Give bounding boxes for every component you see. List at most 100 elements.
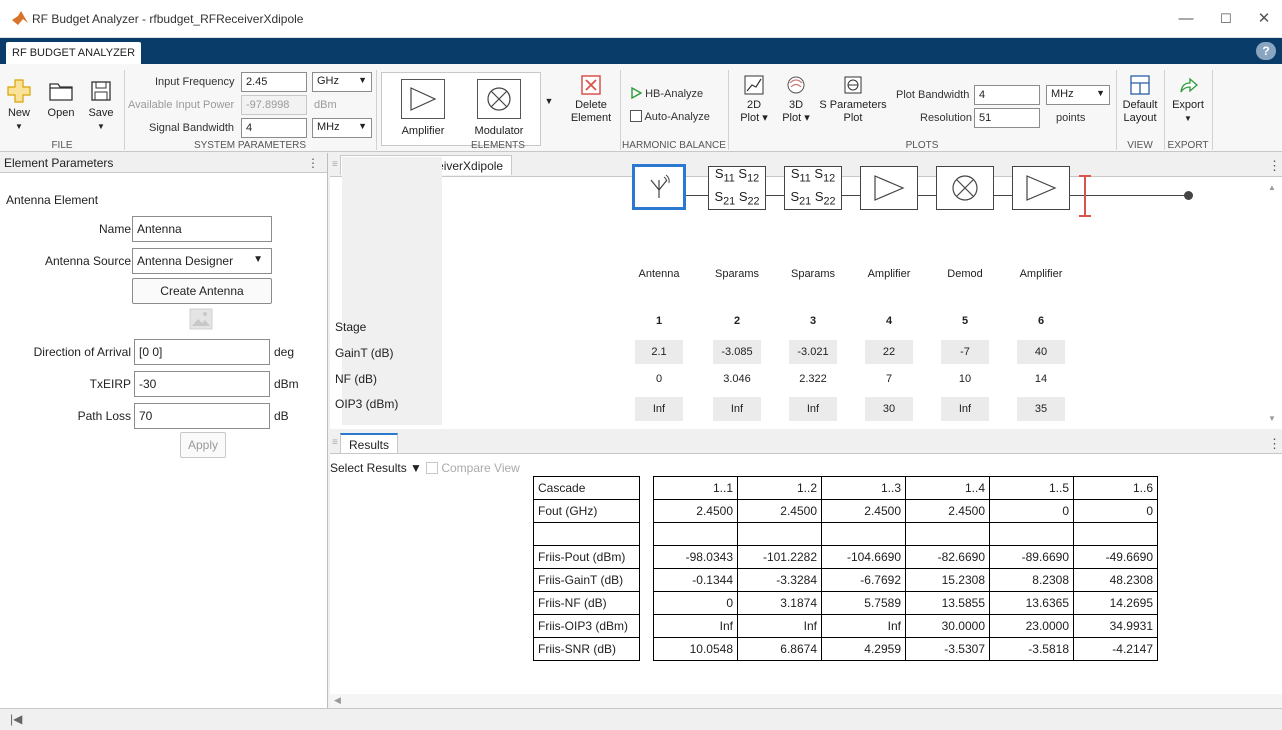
horizontal-scrollbar[interactable]: ◀ [330,694,1282,708]
stage-number: 2 [733,315,741,327]
panel-header: Element Parameters ⋮ [0,153,327,173]
amplifier-gallery-button[interactable]: Amplifier [390,75,456,143]
input-frequency-unit-select[interactable]: GHz ▼ [312,72,372,92]
status-bar: |◀ [0,708,1282,730]
signal-bandwidth-field[interactable] [241,118,307,138]
chevron-down-icon: ▼ [1096,88,1105,98]
checkbox-icon [630,110,642,122]
delete-label-1: Delete [575,99,607,111]
available-power-unit: dBm [314,99,337,111]
table-cell: 1..4 [905,476,990,500]
minimize-icon[interactable]: — [1176,9,1196,29]
results-table: Cascade 1..1 1..2 1..3 1..4 1..5 1..6 Fout (GHz… [533,476,1158,661]
compare-view-checkbox[interactable]: Compare View [426,461,520,475]
open-button[interactable]: Open [46,78,76,120]
hb-analyze-button[interactable]: HB-Analyze [630,86,703,100]
maximize-icon[interactable]: ☐ [1216,9,1236,29]
tab-results[interactable]: Results [340,433,399,453]
line-plot-icon [744,75,764,95]
panel-title: Element Parameters [4,156,114,170]
nf-row-label: NF (dB) [335,372,377,386]
tab-rf-budget-analyzer[interactable]: RF BUDGET ANALYZER [6,42,142,64]
doa-label: Direction of Arrival [33,345,131,359]
antenna-source-select[interactable]: Antenna Designer ▼ [132,248,272,274]
panel-menu-icon[interactable]: ⋮ [1268,436,1281,452]
sparams-block-1[interactable]: S11 S12 S21 S22 [708,166,766,210]
row-label: Fout (GHz) [533,499,640,523]
help-icon[interactable]: ? [1256,42,1276,60]
resolution-field[interactable] [974,108,1040,128]
amplifier-icon [874,175,905,201]
s-parameters-plot-button[interactable]: S Parameters Plot [818,74,888,125]
stage-row-label: Stage [335,320,367,334]
signal-bandwidth-unit-select[interactable]: MHz ▼ [312,118,372,138]
table-cell: 5.7589 [821,591,906,615]
nf-cell: 0 [655,373,663,385]
amplifier-block-2[interactable] [1012,166,1070,210]
path-loss-unit: dB [274,409,289,423]
apply-button[interactable]: Apply [180,432,226,458]
close-icon[interactable]: ✕ [1254,9,1274,29]
gain-cell: 22 [865,340,913,364]
export-section-label: EXPORT [1167,140,1209,151]
table-cell: 15.2308 [905,568,990,592]
name-label: Name [98,222,131,236]
plot-3d-button[interactable]: 3D Plot ▾ [776,74,816,125]
table-cell [653,522,738,546]
sparams-block-2[interactable]: S11 S12 S21 S22 [784,166,842,210]
separator [1116,70,1117,150]
input-frequency-field[interactable] [241,72,307,92]
title-bar: RF Budget Analyzer - rfbudget_RFReceiver… [0,0,1282,38]
output-port-icon [1184,191,1193,200]
path-loss-field[interactable] [134,403,270,429]
table-cell: 1..6 [1073,476,1158,500]
plot-bandwidth-field[interactable] [974,85,1040,105]
auto-analyze-checkbox[interactable]: Auto-Analyze [630,110,710,123]
demod-block[interactable] [936,166,994,210]
save-button[interactable]: Save ▼ [86,78,116,133]
panel-menu-icon[interactable]: ⋮ [307,153,319,173]
doa-field[interactable] [134,339,270,365]
name-field[interactable] [132,216,272,242]
table-row: Friis-OIP3 (dBm) Inf Inf Inf 30.0000 23.0000 3… [533,614,1158,638]
oip3-cell: Inf [941,397,989,421]
export-button[interactable]: Export ▼ [1168,74,1208,125]
table-cell: 1..1 [653,476,738,500]
create-antenna-button[interactable]: Create Antenna [132,278,272,304]
amplifier-block-1[interactable] [860,166,918,210]
table-row: Fout (GHz) 2.4500 2.4500 2.4500 2.4500 0 0 [533,499,1158,523]
stage-number: 1 [655,315,663,327]
plot-bandwidth-unit-select[interactable]: MHz ▼ [1046,85,1110,105]
separator [1212,70,1213,150]
new-button[interactable]: New ▼ [4,78,34,133]
table-cell: 1..5 [989,476,1074,500]
nf-cell: 3.046 [723,373,751,385]
select-results-dropdown[interactable]: Select Results ▼ [330,461,422,475]
panel-menu-icon[interactable]: ⋮ [1268,158,1281,174]
plot-bandwidth-label: Plot Bandwidth [896,89,970,101]
table-cell: 2.4500 [653,499,738,523]
table-cell: 4.2959 [821,637,906,661]
harmonic-section-label: HARMONIC BALANCE [622,140,726,151]
table-cell: 13.6365 [989,591,1074,615]
oip3-cell: Inf [713,397,761,421]
delete-element-button[interactable]: Delete Element [568,74,614,125]
antenna-source-label: Antenna Source [44,254,131,268]
gallery-expand-icon[interactable]: ▼ [543,96,555,106]
spacer [639,591,654,615]
default-layout-button[interactable]: Default Layout [1120,74,1160,125]
collapse-panel-icon[interactable]: |◀ [10,712,22,726]
amplifier-label: Amplifier [401,125,445,137]
modulator-gallery-button[interactable]: Modulator [466,75,532,143]
antenna-block[interactable] [632,164,686,210]
plot-2d-button[interactable]: 2D Plot ▾ [734,74,774,125]
image-placeholder-icon [189,308,213,333]
txeirp-label: TxEIRP [89,377,131,391]
file-section-label: FILE [51,140,73,151]
stage-number: 4 [885,315,893,327]
txeirp-field[interactable] [134,371,270,397]
modulator-label: Modulator [474,125,524,137]
canvas-scrollbar[interactable]: ▲ ▼ [1268,179,1278,427]
spacer [639,614,654,638]
spacer [639,522,654,546]
